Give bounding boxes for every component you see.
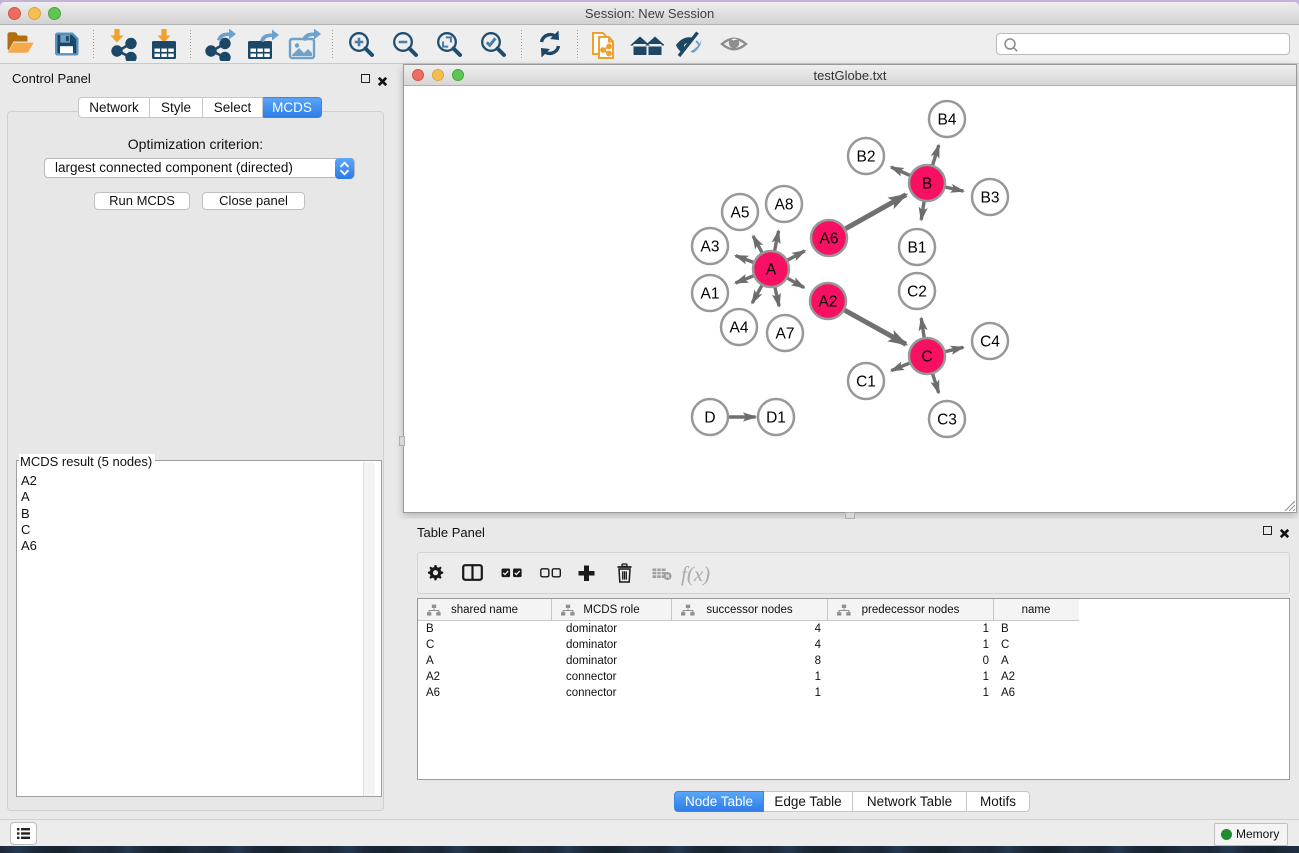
svg-text:C4: C4 [980,334,1000,351]
svg-text:A4: A4 [730,320,749,337]
svg-text:B2: B2 [857,149,876,166]
svg-text:C3: C3 [937,412,957,429]
svg-text:A: A [766,262,777,279]
svg-text:C2: C2 [907,284,927,301]
svg-text:A2: A2 [819,294,838,311]
svg-text:A6: A6 [820,231,839,248]
svg-text:B1: B1 [908,240,927,257]
svg-text:A7: A7 [776,326,795,343]
svg-text:B3: B3 [981,190,1000,207]
svg-text:A8: A8 [775,197,794,214]
svg-text:A3: A3 [701,239,720,256]
svg-text:D: D [704,410,715,427]
svg-text:D1: D1 [766,410,786,427]
svg-text:A1: A1 [701,286,720,303]
svg-text:B: B [922,176,932,193]
svg-text:A5: A5 [731,205,750,222]
svg-text:B4: B4 [938,112,957,129]
svg-text:C: C [921,349,932,366]
svg-text:C1: C1 [856,374,876,391]
